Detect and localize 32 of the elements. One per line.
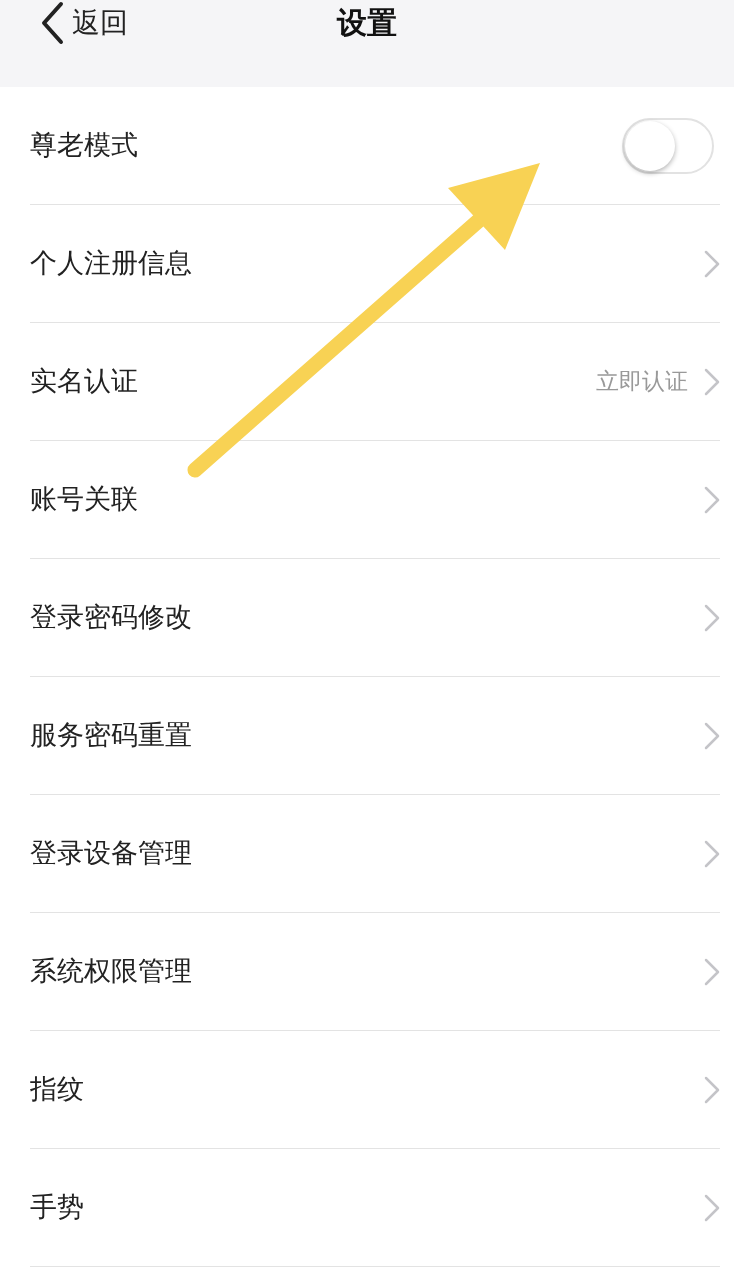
chevron-icon — [704, 957, 720, 986]
settings-row[interactable]: 指纹 — [30, 1031, 720, 1149]
row-label: 个人注册信息 — [30, 246, 193, 281]
row-label: 手势 — [30, 1190, 85, 1225]
settings-row[interactable]: 系统权限管理 — [30, 913, 720, 1031]
settings-row[interactable]: 登录密码修改 — [30, 559, 720, 677]
row-label: 尊老模式 — [30, 128, 139, 163]
chevron-icon — [704, 1193, 720, 1222]
chevron-icon — [704, 249, 720, 278]
row-label: 登录密码修改 — [30, 600, 193, 635]
row-label: 服务密码重置 — [30, 718, 193, 753]
settings-row[interactable]: 服务密码重置 — [30, 677, 720, 795]
settings-row[interactable]: 实名认证 立即认证 — [30, 323, 720, 441]
back-icon — [40, 1, 64, 45]
chevron-icon — [704, 485, 720, 514]
back-button[interactable]: 返回 — [40, 0, 128, 46]
chevron-icon — [704, 603, 720, 632]
settings-row[interactable]: 登录设备管理 — [30, 795, 720, 913]
row-label: 指纹 — [30, 1072, 85, 1107]
row-label: 登录设备管理 — [30, 836, 193, 871]
row-label: 系统权限管理 — [30, 954, 193, 989]
chevron-icon — [704, 721, 720, 750]
chevron-icon — [704, 1075, 720, 1104]
settings-row[interactable]: 手势 — [30, 1149, 720, 1267]
row-label: 实名认证 — [30, 364, 139, 399]
row-label: 账号关联 — [30, 482, 139, 517]
settings-row[interactable]: 账号关联 — [30, 441, 720, 559]
row-value: 立即认证 — [596, 367, 688, 397]
chevron-icon — [704, 839, 720, 868]
page-title: 设置 — [337, 4, 397, 42]
chevron-icon — [704, 367, 720, 396]
toggle-switch[interactable] — [622, 117, 714, 174]
